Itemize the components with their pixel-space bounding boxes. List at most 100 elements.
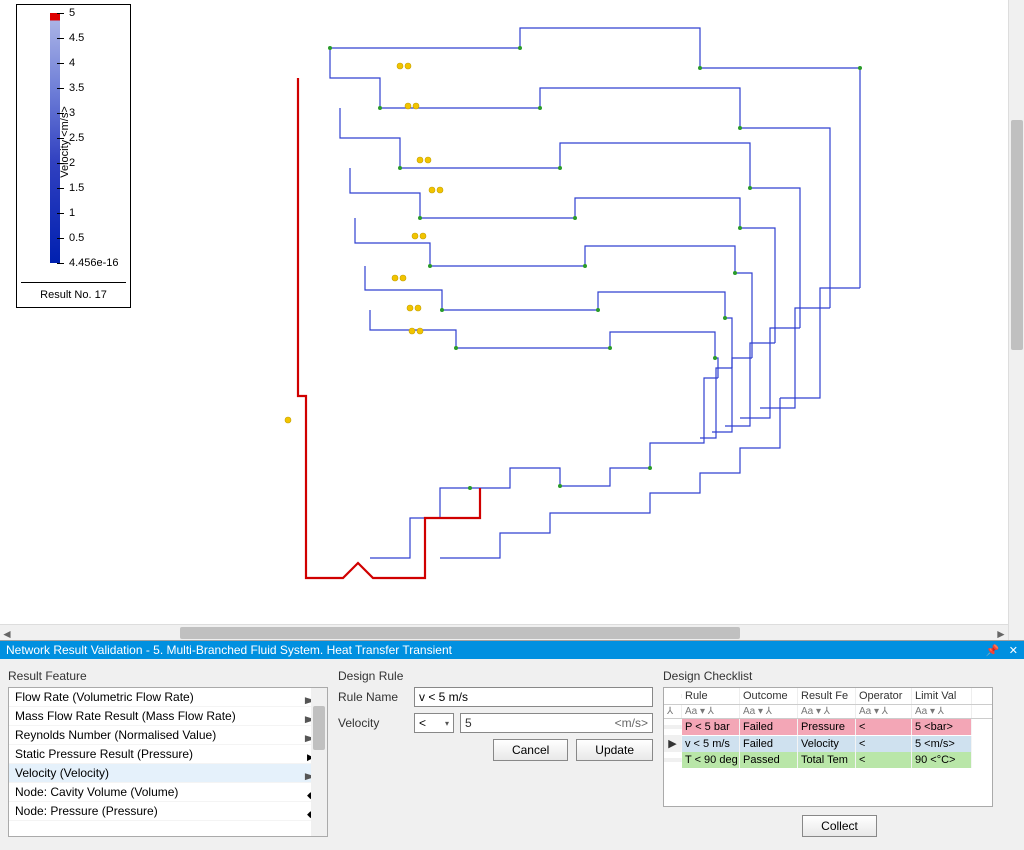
table-cell: v < 5 m/s [682,736,740,752]
legend-tick [57,88,64,89]
close-icon[interactable]: ✕ [1009,645,1018,657]
legend-tick-label: 1 [69,207,75,219]
col-limit[interactable]: Limit Val [912,688,972,704]
filter-cell[interactable]: Aa ▾ ⅄ [856,705,912,718]
row-marker [664,758,682,762]
table-cell: Velocity [798,736,856,752]
table-row[interactable]: ▶v < 5 m/sFailedVelocity<5 <m/s> [664,735,992,752]
col-rule[interactable]: Rule [682,688,740,704]
col-operator[interactable]: Operator [856,688,912,704]
feature-item-label: Node: Cavity Volume (Volume) [15,785,178,799]
feature-item-label: Reynolds Number (Normalised Value) [15,728,216,742]
update-button[interactable]: Update [576,739,653,761]
limit-value-input[interactable]: 5 <m/s> [460,713,653,733]
panel-titlebar[interactable]: Network Result Validation - 5. Multi-Bra… [0,641,1024,659]
legend-tick [57,63,64,64]
feature-list[interactable]: Flow Rate (Volumetric Flow Rate) Mass Flo… [8,687,328,837]
row-marker [664,725,682,729]
legend-tick [57,13,64,14]
col-outcome[interactable]: Outcome [740,688,798,704]
feature-group-label: Result Feature [8,669,328,683]
rule-name-label: Rule Name [338,690,408,704]
filter-icon[interactable]: ⅄ [664,705,682,718]
feature-item-label: Flow Rate (Volumetric Flow Rate) [15,690,194,704]
legend-tick-label: 3 [69,107,75,119]
legend-tick-label: 5 [69,7,75,19]
vertical-scrollbar[interactable] [1008,0,1024,640]
chevron-down-icon: ▾ [445,719,449,728]
table-cell: 90 <°C> [912,752,972,768]
legend-tick [57,213,64,214]
scroll-right-icon[interactable]: ► [994,627,1008,639]
operator-value: < [419,716,426,730]
limit-value: 5 [465,716,472,730]
result-feature-group: Result Feature Flow Rate (Volumetric Flo… [8,665,328,844]
horizontal-scrollbar[interactable]: ◄ ► [0,624,1008,640]
filter-cell[interactable]: Aa ▾ ⅄ [912,705,972,718]
table-cell: P < 5 bar [682,719,740,735]
diagram-viewport[interactable]: Velocity <m/s> 54.543.532.521.510.54.456… [0,0,1024,640]
legend-tick-label: 3.5 [69,82,84,94]
feature-list-item[interactable]: Flow Rate (Volumetric Flow Rate) [9,688,327,707]
feature-item-label: Static Pressure Result (Pressure) [15,747,193,761]
operator-select[interactable]: < ▾ [414,713,454,733]
feature-list-item[interactable]: Node: Pressure (Pressure) [9,802,327,821]
filter-cell[interactable]: Aa ▾ ⅄ [740,705,798,718]
scroll-thumb[interactable] [313,706,325,750]
cancel-button[interactable]: Cancel [493,739,568,761]
legend-tick [57,188,64,189]
pipe-network-diagram[interactable] [180,18,900,618]
checklist-group-label: Design Checklist [663,669,1016,683]
scroll-left-icon[interactable]: ◄ [0,627,14,639]
table-cell: 5 <m/s> [912,736,972,752]
legend-tick-label: 4 [69,57,75,69]
filter-cell[interactable]: Aa ▾ ⅄ [682,705,740,718]
feature-item-label: Node: Pressure (Pressure) [15,804,158,818]
feature-list-item[interactable]: Reynolds Number (Normalised Value) [9,726,327,745]
legend-tick-label: 2.5 [69,132,84,144]
legend-tick-label: 1.5 [69,182,84,194]
feature-list-item[interactable]: Mass Flow Rate Result (Mass Flow Rate) [9,707,327,726]
feature-list-item[interactable]: Velocity (Velocity) [9,764,327,783]
design-rule-group: Design Rule Rule Name Velocity < ▾ 5 <m/… [338,665,653,844]
scroll-thumb[interactable] [180,627,740,639]
pin-icon[interactable]: 📌 [986,645,1000,657]
legend-result-no: Result No. 17 [21,282,126,301]
table-cell: Passed [740,752,798,768]
table-cell: Failed [740,719,798,735]
table-cell: < [856,719,912,735]
design-checklist-group: Design Checklist Rule Outcome Result Fe … [663,665,1016,844]
feature-list-item[interactable]: Static Pressure Result (Pressure) [9,745,327,764]
legend-tick-label: 4.456e-16 [69,257,119,269]
panel-title-text: Network Result Validation - 5. Multi-Bra… [6,643,452,657]
table-header: Rule Outcome Result Fe Operator Limit Va… [664,688,992,705]
checklist-table[interactable]: Rule Outcome Result Fe Operator Limit Va… [663,687,993,807]
table-row[interactable]: P < 5 barFailedPressure<5 <bar> [664,719,992,735]
legend-tick [57,238,64,239]
filter-cell[interactable]: Aa ▾ ⅄ [798,705,856,718]
validation-panel: Network Result Validation - 5. Multi-Bra… [0,640,1024,850]
table-filter-row[interactable]: ⅄ Aa ▾ ⅄ Aa ▾ ⅄ Aa ▾ ⅄ Aa ▾ ⅄ Aa ▾ ⅄ [664,705,992,719]
table-row[interactable]: T < 90 degPassedTotal Tem<90 <°C> [664,752,992,768]
legend-tick-label: 0.5 [69,232,84,244]
legend-tick [57,138,64,139]
scroll-thumb[interactable] [1011,120,1023,350]
feature-list-item[interactable]: Node: Cavity Volume (Volume) [9,783,327,802]
table-cell: T < 90 deg [682,752,740,768]
list-scrollbar[interactable] [311,688,327,836]
rule-name-input[interactable] [414,687,653,707]
table-cell: < [856,752,912,768]
color-legend: Velocity <m/s> 54.543.532.521.510.54.456… [16,4,131,308]
legend-tick [57,38,64,39]
table-cell: Total Tem [798,752,856,768]
legend-tick [57,263,64,264]
table-cell: < [856,736,912,752]
table-cell: Pressure [798,719,856,735]
col-feature[interactable]: Result Fe [798,688,856,704]
collect-button[interactable]: Collect [802,815,877,837]
feature-item-label: Mass Flow Rate Result (Mass Flow Rate) [15,709,236,723]
legend-tick-label: 4.5 [69,32,84,44]
rule-group-label: Design Rule [338,669,653,683]
row-marker: ▶ [664,735,682,752]
feature-item-label: Velocity (Velocity) [15,766,109,780]
